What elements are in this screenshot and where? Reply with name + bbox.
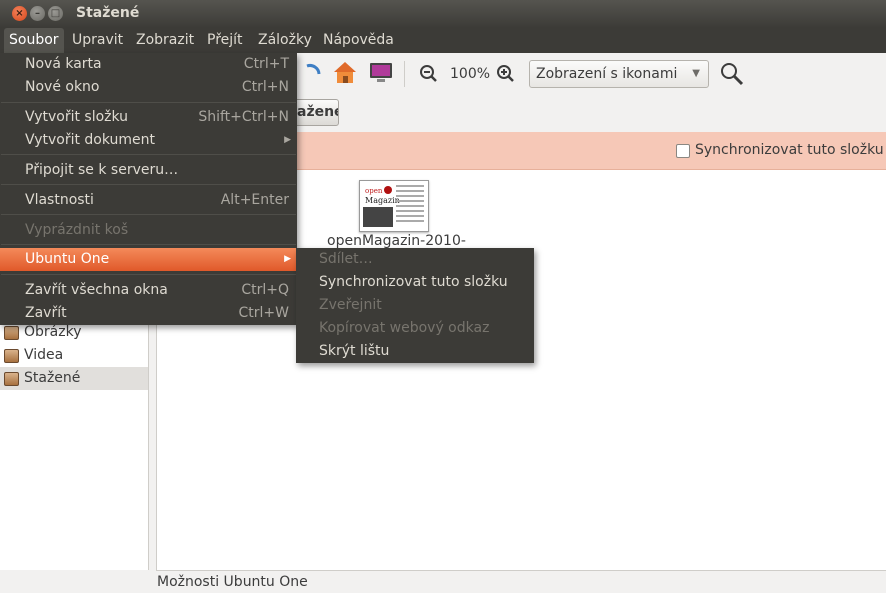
file-name[interactable]: openMagazin-2010- <box>327 233 466 249</box>
toolbar-separator <box>404 61 405 87</box>
menu-item-shortcut: Shift+Ctrl+N <box>198 109 289 125</box>
menu-item-shortcut: Ctrl+N <box>241 79 289 95</box>
menu-item-hide-bar[interactable]: Skrýt lištu <box>296 340 534 363</box>
folder-videos-icon <box>4 349 19 363</box>
zoom-level: 100% <box>450 66 491 82</box>
folder-pictures-icon <box>4 326 19 340</box>
chevron-down-icon: ▼ <box>692 68 700 79</box>
svg-text:Magazin: Magazin <box>365 196 400 205</box>
menu-item-label: Vyprázdnit koš <box>25 222 129 238</box>
sidebar-item-videos[interactable]: Videa <box>0 344 148 367</box>
menu-item-new-window[interactable]: Nové okno Ctrl+N <box>0 76 297 99</box>
submenu-arrow-icon: ▶ <box>284 254 291 264</box>
menu-separator <box>1 102 296 103</box>
menu-separator <box>1 214 296 215</box>
menu-item-sync-folder[interactable]: Synchronizovat tuto složku <box>296 271 534 294</box>
menu-item-close[interactable]: Zavřít Ctrl+W <box>0 302 297 325</box>
view-mode-value: Zobrazení s ikonami <box>536 66 678 82</box>
menu-item-shortcut: Alt+Enter <box>220 192 289 208</box>
menu-item-create-folder[interactable]: Vytvořit složku Shift+Ctrl+N <box>0 106 297 129</box>
menubar: Soubor Upravit Zobrazit Přejít Záložky N… <box>0 28 886 53</box>
zoom-out-icon[interactable] <box>419 64 439 84</box>
menu-file[interactable]: Soubor <box>4 28 64 53</box>
menu-item-label: Vlastnosti <box>25 192 94 208</box>
menu-item-publish: Zveřejnit <box>319 297 382 313</box>
sync-folder-checkbox[interactable] <box>676 144 690 158</box>
menu-separator <box>1 244 296 245</box>
folder-downloads-icon <box>4 372 19 386</box>
menu-separator <box>1 184 296 185</box>
menu-item-create-document[interactable]: Vytvořit dokument ▶ <box>0 129 297 152</box>
sync-folder-label[interactable]: Synchronizovat tuto složku <box>695 142 884 158</box>
window-title: Stažené <box>76 5 140 21</box>
menu-help[interactable]: Nápověda <box>318 28 399 53</box>
menu-item-label: Ubuntu One <box>25 251 110 267</box>
home-icon[interactable] <box>332 60 358 86</box>
menu-item-label: Nové okno <box>25 79 100 95</box>
sidebar-item-label: Stažené <box>24 370 81 386</box>
menu-item-label: Zavřít všechna okna <box>25 282 168 298</box>
maximize-window-button[interactable]: □ <box>48 6 63 21</box>
sidebar-item-downloads[interactable]: Stažené <box>0 367 148 390</box>
menu-item-share: Sdílet… <box>319 251 373 267</box>
submenu-arrow-icon: ▶ <box>284 135 291 145</box>
menu-item-properties[interactable]: Vlastnosti Alt+Enter <box>0 189 297 212</box>
menu-go[interactable]: Přejít <box>202 28 248 53</box>
menu-item-label: Nová karta <box>25 56 102 72</box>
menu-item-connect-server[interactable]: Připojit se k serveru… <box>0 159 297 182</box>
search-icon[interactable] <box>720 62 744 86</box>
menu-item-label: Vytvořit složku <box>25 109 129 125</box>
menu-separator <box>1 154 296 155</box>
computer-icon[interactable] <box>368 61 394 85</box>
title-bar: × – □ Stažené <box>0 0 886 28</box>
pdf-thumbnail-icon[interactable]: open Magazin <box>359 180 429 232</box>
menu-item-new-tab[interactable]: Nová karta Ctrl+T <box>0 53 297 76</box>
ubuntu-one-submenu: Sdílet… Synchronizovat tuto složku Zveře… <box>296 248 534 363</box>
menu-item-ubuntu-one[interactable]: Ubuntu One ▶ <box>0 248 297 271</box>
menu-item-copy-web-link: Kopírovat webový odkaz <box>319 320 490 336</box>
view-mode-select[interactable]: Zobrazení s ikonami ▼ <box>529 60 709 88</box>
menu-item-shortcut: Ctrl+W <box>238 305 289 321</box>
file-menu-dropdown: Nová karta Ctrl+T Nové okno Ctrl+N Vytvo… <box>0 53 297 325</box>
status-bar: Možnosti Ubuntu One <box>156 570 886 593</box>
reload-icon[interactable] <box>305 62 321 84</box>
menu-item-shortcut: Ctrl+T <box>243 56 289 72</box>
close-window-button[interactable]: × <box>12 6 27 21</box>
menu-item-close-all[interactable]: Zavřít všechna okna Ctrl+Q <box>0 279 297 302</box>
menu-separator <box>1 274 296 275</box>
menu-bookmarks[interactable]: Záložky <box>253 28 317 53</box>
menu-view[interactable]: Zobrazit <box>131 28 199 53</box>
menu-item-label: Zavřít <box>25 305 67 321</box>
sidebar-item-label: Obrázky <box>24 324 82 340</box>
sidebar-item-label: Videa <box>24 347 64 363</box>
menu-item-shortcut: Ctrl+Q <box>241 282 289 298</box>
menu-edit[interactable]: Upravit <box>67 28 128 53</box>
menu-item-label: Připojit se k serveru… <box>25 162 179 178</box>
minimize-window-button[interactable]: – <box>30 6 45 21</box>
zoom-in-icon[interactable] <box>496 64 516 84</box>
menu-item-label: Vytvořit dokument <box>25 132 156 148</box>
svg-text:open: open <box>365 187 383 195</box>
menu-item-empty-trash: Vyprázdnit koš <box>0 219 297 242</box>
